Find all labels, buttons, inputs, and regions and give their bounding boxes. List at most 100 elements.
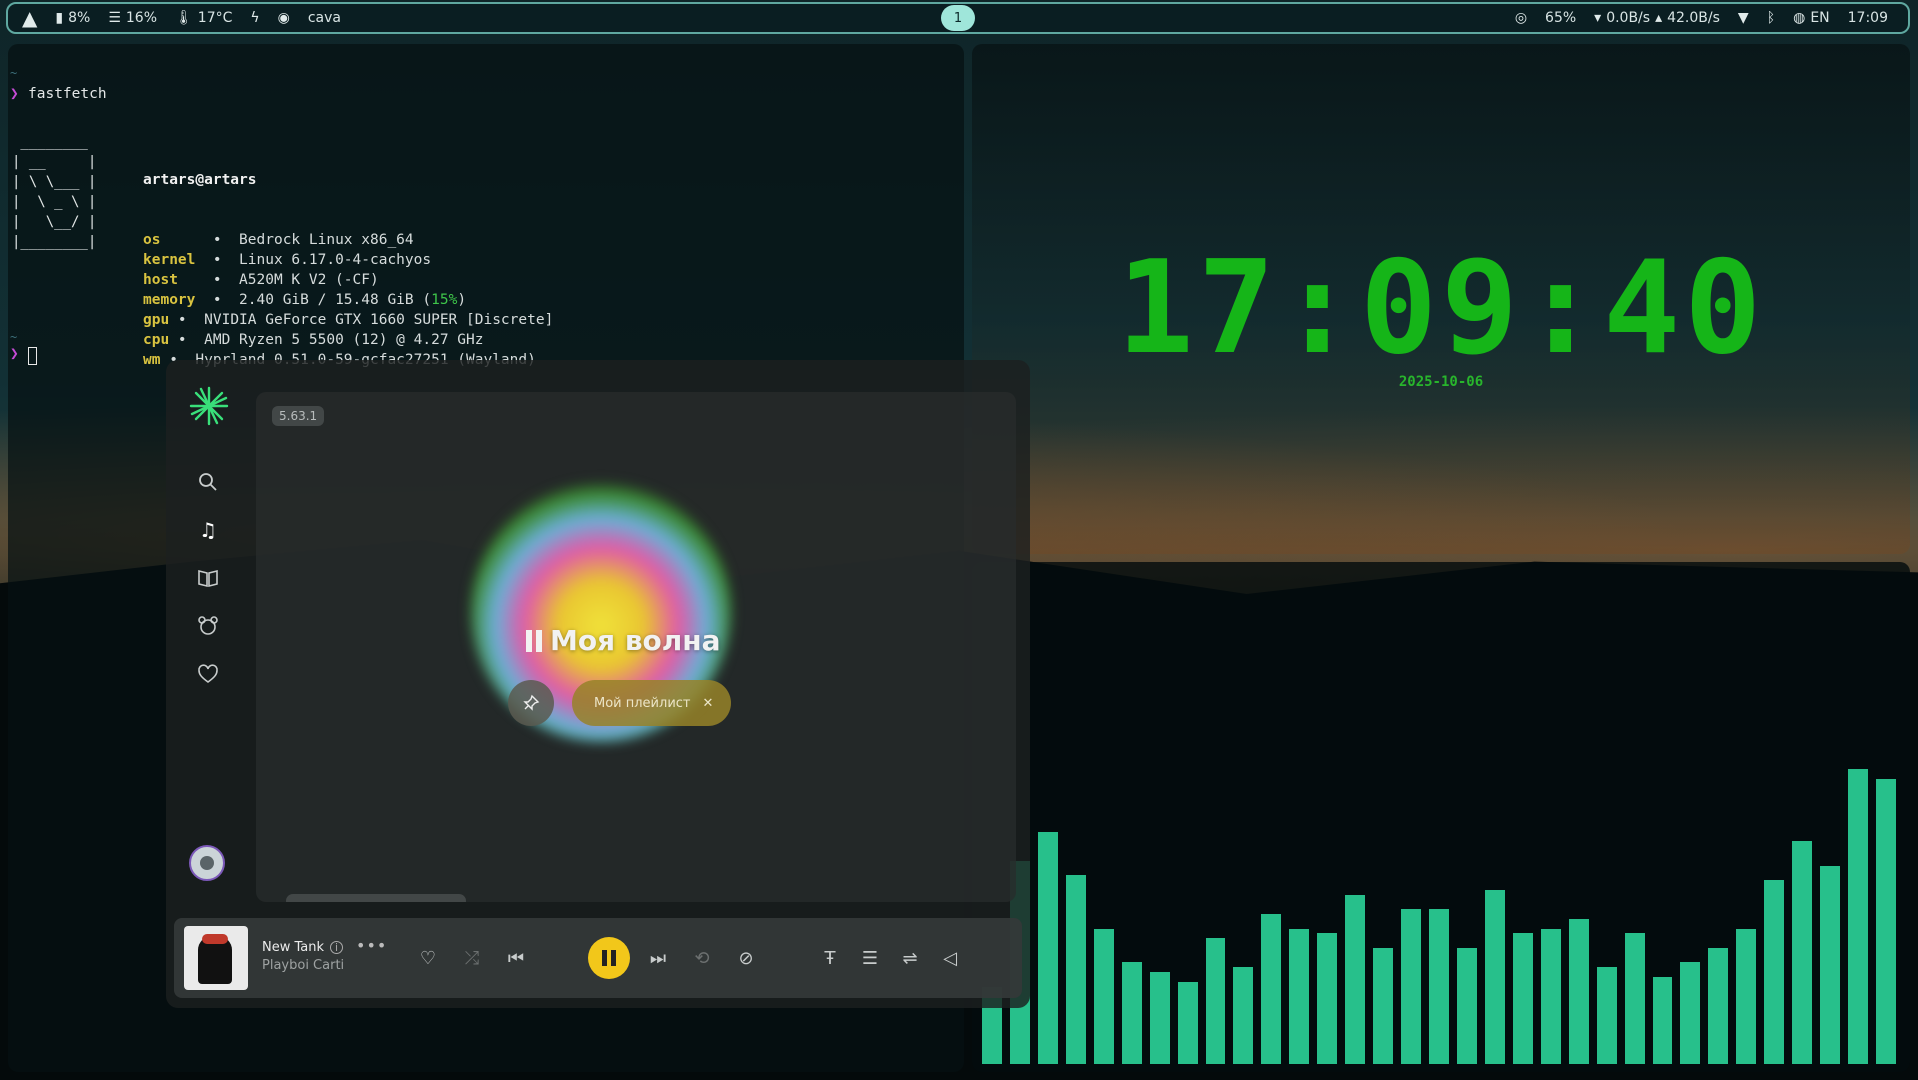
ascii-line: | __ | — [12, 154, 97, 170]
top-bar: ▲ ▮ 8% ☰ 16% 🌡︎ 17°C ϟ ◉ cava 1 ◎ 65% ▾ 0.0B… — [6, 2, 1910, 34]
like-heart-icon[interactable]: ♡ — [410, 940, 446, 976]
clock-date: 2025-10-06 — [1398, 374, 1484, 390]
ascii-line: ________ — [12, 134, 97, 150]
temperature[interactable]: 🌡︎ 17°C — [175, 10, 232, 26]
library-icon[interactable] — [196, 566, 220, 590]
content-scroll-tab[interactable] — [286, 894, 466, 902]
kids-icon[interactable] — [196, 614, 220, 638]
app-indicator-icon[interactable]: ◉ — [278, 10, 290, 26]
top-bar-left: ▲ ▮ 8% ☰ 16% 🌡︎ 17°C ϟ ◉ cava — [8, 6, 341, 30]
visualizer-bar — [1177, 981, 1198, 1064]
visualizer-bar — [1484, 889, 1505, 1064]
workspace-1-button[interactable]: 1 — [941, 5, 975, 31]
arch-logo-icon[interactable]: ▲ — [22, 6, 37, 30]
visualizer-bar — [1121, 962, 1142, 1064]
music-app-window[interactable]: ♫ 5.63.1 Моя волна Мой плейлист ✕ New Ta… — [166, 360, 1030, 1008]
visualizer-bar — [1401, 909, 1422, 1064]
dislike-icon[interactable]: ⊘ — [728, 940, 764, 976]
track-artist[interactable]: Playboi Carti — [262, 958, 344, 973]
app-logo-icon[interactable] — [187, 384, 231, 428]
visualizer-bars — [980, 764, 1902, 1064]
track-title[interactable]: New Tank i — [262, 940, 344, 955]
memory-usage[interactable]: ☰ 16% — [108, 10, 157, 26]
visualizer-bar — [1429, 909, 1449, 1064]
brightness[interactable]: 65% — [1545, 10, 1576, 26]
previous-track-icon[interactable]: ⏮ — [498, 940, 534, 976]
fastfetch-separator: • — [195, 252, 240, 268]
network-speed[interactable]: ▾ 0.0B/s ▴ 42.0B/s — [1594, 10, 1720, 26]
distro-ascii-logo: ________ | __ | | \ \___ | | \ _ \ | | \__/… — [12, 132, 96, 252]
visualizer-bar — [1596, 967, 1617, 1064]
fastfetch-line-os: os • Bedrock Linux x86_64 — [143, 230, 553, 250]
top-bar-right: ◎ 65% ▾ 0.0B/s ▴ 42.0B/s ▼ ᛒ ◍ EN 17:09 — [1515, 4, 1888, 32]
fastfetch-key: wm — [143, 352, 161, 368]
fastfetch-value: A520M K V2 (-CF) — [239, 272, 379, 288]
prompt-path-marker: ~ — [10, 66, 18, 80]
fastfetch-separator: • — [169, 312, 205, 328]
terminal-cursor — [28, 347, 37, 365]
favorites-heart-icon[interactable] — [196, 662, 220, 686]
fastfetch-value: 2.40 GiB / 15.48 GiB ( — [239, 292, 432, 308]
more-options-icon[interactable]: ••• — [356, 936, 387, 955]
download-icon: ▾ — [1594, 10, 1602, 26]
player-bar: New Tank i ••• Playboi Carti ♡ ⤮ ⏮ ⏭ ⟲ ⊘… — [174, 918, 1022, 998]
visualizer-bar — [1345, 894, 1366, 1064]
fastfetch-tail: ) — [457, 292, 467, 308]
ascii-line: | \__/ | — [12, 214, 97, 230]
fastfetch-key: gpu — [143, 312, 170, 328]
keyboard-layout[interactable]: ◍ EN — [1793, 10, 1830, 26]
visualizer-bar — [1289, 928, 1310, 1064]
prompt-chevron-icon-2: ❯ — [10, 346, 19, 362]
user-avatar[interactable] — [189, 845, 225, 881]
visualizer-bar — [1456, 947, 1477, 1064]
cava-visualizer-window[interactable] — [972, 562, 1910, 1072]
visualizer-bar — [1233, 967, 1254, 1064]
volume-icon[interactable]: ◁ — [932, 940, 968, 976]
lyrics-icon[interactable]: Ŧ — [812, 940, 848, 976]
queue-list-icon[interactable]: ☰ — [852, 940, 888, 976]
visualizer-bar — [1065, 875, 1086, 1064]
power-profile-icon[interactable]: ϟ — [250, 10, 259, 26]
my-wave-title[interactable]: Моя волна — [526, 624, 721, 657]
next-track-icon[interactable]: ⏭ — [640, 940, 676, 976]
music-note-icon[interactable]: ♫ — [196, 518, 220, 542]
version-badge: 5.63.1 — [272, 406, 325, 426]
visualizer-bar — [1568, 918, 1589, 1064]
pin-button[interactable] — [508, 680, 554, 726]
fastfetch-line-gpu: gpu • NVIDIA GeForce GTX 1660 SUPER [Dis… — [143, 310, 553, 330]
visualizer-bar — [1205, 938, 1226, 1064]
explicit-info-icon[interactable]: i — [330, 941, 344, 954]
visualizer-bar — [1764, 880, 1785, 1064]
ascii-line: |________| — [12, 234, 97, 250]
pin-icon — [523, 694, 540, 711]
ascii-line: | \ \___ | — [12, 174, 97, 190]
idle-inhibitor-icon[interactable]: ◎ — [1515, 10, 1527, 26]
close-icon[interactable]: ✕ — [702, 696, 713, 711]
clock-time[interactable]: 17:09 — [1848, 10, 1888, 26]
user-host: artars@artars — [143, 172, 257, 188]
fastfetch-value: AMD Ryzen 5 5500 (12) @ 4.27 GHz — [204, 332, 484, 348]
repeat-icon[interactable]: ⟲ — [684, 940, 720, 976]
bluetooth-icon[interactable]: ᛒ — [1767, 10, 1775, 26]
fastfetch-key: memory — [143, 292, 196, 308]
visualizer-bar — [1540, 928, 1561, 1064]
wifi-icon[interactable]: ▼ — [1738, 10, 1749, 26]
visualizer-bar — [1848, 768, 1869, 1064]
fastfetch-key: host — [143, 272, 178, 288]
shuffle-icon[interactable]: ⤮ — [454, 940, 490, 976]
active-window-title: cava — [307, 10, 341, 26]
visualizer-bar — [1820, 865, 1841, 1064]
visualizer-bar — [1624, 933, 1645, 1064]
visualizer-bar — [1261, 914, 1282, 1064]
search-icon[interactable] — [196, 470, 220, 494]
fastfetch-separator: • — [195, 292, 240, 308]
album-cover[interactable] — [184, 926, 248, 990]
clock-window[interactable]: 17:09:40 2025-10-06 — [972, 44, 1910, 554]
cpu-usage[interactable]: ▮ 8% — [55, 10, 90, 26]
visualizer-bar — [1736, 928, 1757, 1064]
visualizer-bar — [1680, 962, 1701, 1064]
equalizer-settings-icon[interactable]: ⇌ — [892, 940, 928, 976]
fastfetch-key: kernel — [143, 252, 196, 268]
my-playlist-chip[interactable]: Мой плейлист ✕ — [572, 680, 732, 726]
